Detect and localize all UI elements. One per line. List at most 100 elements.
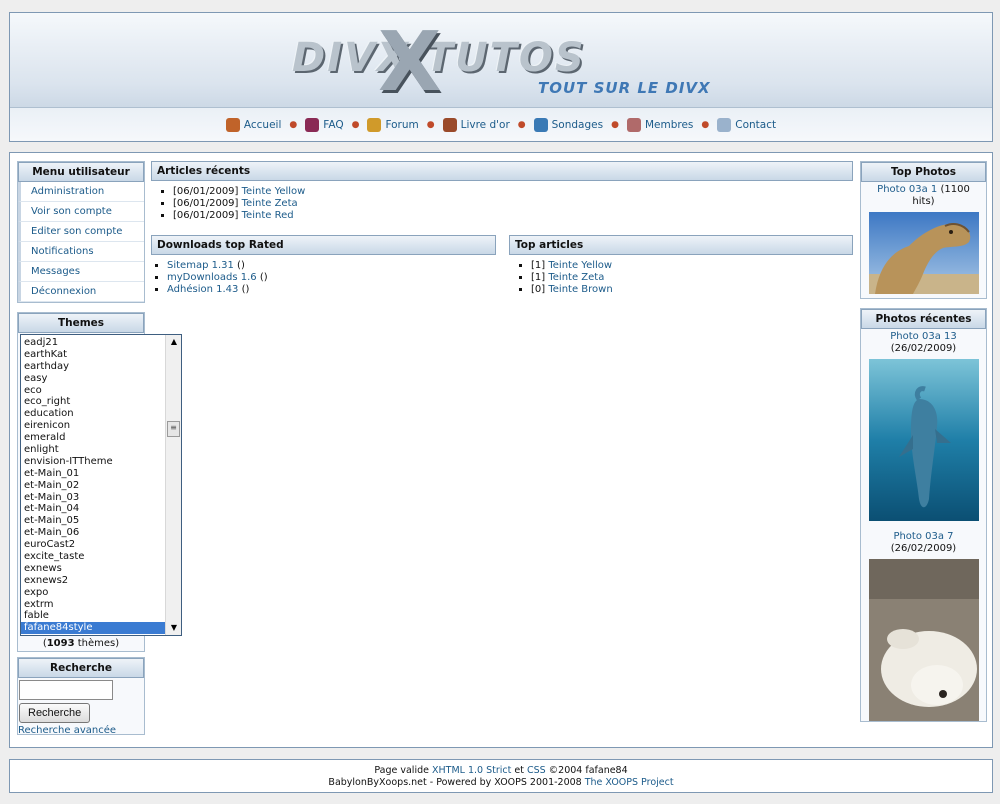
theme-option[interactable]: eadj21 — [21, 337, 181, 349]
top-photo-link[interactable]: Photo 03a 1 — [877, 184, 937, 195]
article-count: [0] — [531, 284, 546, 295]
nav-item-sondages[interactable]: Sondages — [533, 117, 604, 132]
article-link[interactable]: Teinte Yellow — [548, 260, 612, 271]
list-item: myDownloads 1.6 () — [167, 272, 496, 284]
theme-option[interactable]: eco_right — [21, 396, 181, 408]
nav-label: FAQ — [323, 118, 344, 131]
recent-photo-caption: Photo 03a 13 (26/02/2009) — [890, 331, 957, 354]
top-photo-caption: Photo 03a 1 (1100 hits) — [877, 184, 970, 207]
scroll-thumb[interactable]: ≡ — [167, 421, 180, 437]
nav-label: Accueil — [243, 118, 282, 131]
dolphin-photo[interactable] — [868, 359, 979, 521]
theme-option[interactable]: et-Main_02 — [21, 480, 181, 492]
polar-bear-photo[interactable] — [868, 559, 979, 721]
theme-list-scrollbar[interactable]: ▲ ≡ ▼ — [165, 335, 181, 635]
theme-option[interactable]: education — [21, 408, 181, 420]
guestbook-icon — [442, 117, 457, 132]
user-menu-item[interactable]: Déconnexion — [18, 282, 144, 302]
nav-separator: ● — [289, 119, 298, 130]
download-link[interactable]: myDownloads 1.6 — [167, 272, 257, 283]
theme-option[interactable]: exnews2 — [21, 575, 181, 587]
user-menu-item[interactable]: Editer son compte — [18, 222, 144, 242]
theme-option[interactable]: excite_taste — [21, 551, 181, 563]
nav-separator: ● — [517, 119, 526, 130]
theme-option[interactable]: et-Main_01 — [21, 468, 181, 480]
top-articles-block: Top articles [1] Teinte Yellow[1] Teinte… — [509, 235, 853, 296]
top-articles-title: Top articles — [509, 235, 853, 255]
article-link[interactable]: Teinte Zeta — [548, 272, 604, 283]
nav-item-accueil[interactable]: Accueil — [225, 117, 282, 132]
nav-item-faq[interactable]: FAQ — [305, 117, 344, 132]
camel-photo[interactable] — [868, 212, 979, 294]
theme-option[interactable]: euroCast2 — [21, 539, 181, 551]
recent-articles-title: Articles récents — [151, 161, 853, 181]
theme-option[interactable]: eco — [21, 385, 181, 397]
theme-option[interactable]: eirenicon — [21, 420, 181, 432]
article-date: [06/01/2009] — [173, 210, 239, 221]
article-count: [1] — [531, 272, 546, 283]
top-photos-title: Top Photos — [861, 162, 986, 182]
user-menu-item[interactable]: Messages — [18, 262, 144, 282]
theme-option[interactable]: easy — [21, 373, 181, 385]
list-item: [06/01/2009] Teinte Yellow — [173, 186, 853, 198]
theme-option[interactable]: expo — [21, 587, 181, 599]
theme-option[interactable]: earthKat — [21, 349, 181, 361]
theme-option[interactable]: earthday — [21, 361, 181, 373]
theme-select-list[interactable]: eadj21 earthKat earthday easy eco eco_right ed… — [20, 334, 182, 636]
article-link[interactable]: Teinte Red — [242, 210, 294, 221]
list-item: Sitemap 1.31 () — [167, 260, 496, 272]
xoops-project-link[interactable]: The XOOPS Project — [585, 777, 674, 788]
theme-option[interactable]: emerald — [21, 432, 181, 444]
theme-option[interactable]: exnews — [21, 563, 181, 575]
user-menu-item[interactable]: Notifications — [18, 242, 144, 262]
recent-photo-link[interactable]: Photo 03a 13 — [890, 331, 956, 342]
nav-separator: ● — [351, 119, 360, 130]
nav-item-membres[interactable]: Membres — [626, 117, 694, 132]
theme-option[interactable]: et-Main_05 — [21, 515, 181, 527]
theme-option[interactable]: enlight — [21, 444, 181, 456]
theme-option[interactable]: envision-ITTheme — [21, 456, 181, 468]
nav-item-contact[interactable]: Contact — [717, 117, 776, 132]
footer-line-1: Page valide XHTML 1.0 Strict et CSS ©200… — [374, 765, 628, 776]
recent-photo-link[interactable]: Photo 03a 7 — [893, 531, 953, 542]
article-date: [06/01/2009] — [173, 198, 239, 209]
scroll-down-arrow-icon[interactable]: ▼ — [166, 621, 181, 635]
theme-option[interactable]: et-Main_04 — [21, 503, 181, 515]
poll-icon — [533, 117, 548, 132]
site-footer: Page valide XHTML 1.0 Strict et CSS ©200… — [9, 759, 993, 793]
xhtml-validation-link[interactable]: XHTML 1.0 Strict — [432, 765, 511, 776]
download-rating: () — [233, 260, 245, 271]
themes-title: Themes — [18, 313, 144, 333]
nav-item-livre-d-or[interactable]: Livre d'or — [442, 117, 510, 132]
download-link[interactable]: Sitemap 1.31 — [167, 260, 234, 271]
user-menu-item[interactable]: Administration — [18, 182, 144, 202]
nav-item-forum[interactable]: Forum — [367, 117, 419, 132]
article-link[interactable]: Teinte Brown — [548, 284, 612, 295]
download-rating: () — [256, 272, 268, 283]
scroll-up-arrow-icon[interactable]: ▲ — [166, 335, 181, 349]
nav-label: Sondages — [551, 118, 604, 131]
search-title: Recherche — [18, 658, 144, 678]
site-logo[interactable]: DIVX TUTOS X TOUT SUR LE DIVX — [282, 15, 732, 111]
theme-option[interactable]: et-Main_06 — [21, 527, 181, 539]
downloads-title: Downloads top Rated — [151, 235, 496, 255]
nav-separator: ● — [611, 119, 619, 130]
book-icon — [305, 117, 320, 132]
css-validation-link[interactable]: CSS — [527, 765, 546, 776]
download-link[interactable]: Adhésion 1.43 — [167, 284, 238, 295]
list-item: [0] Teinte Brown — [531, 284, 853, 296]
search-button[interactable]: Recherche — [19, 703, 91, 723]
nav-label: Forum — [385, 118, 419, 131]
nav-label: Membres — [644, 118, 694, 131]
article-link[interactable]: Teinte Yellow — [242, 186, 306, 197]
theme-option[interactable]: fafane84style — [21, 622, 181, 635]
advanced-search-link[interactable]: Recherche avancée — [18, 725, 116, 736]
main-navigation: Accueil ● FAQ ● Forum ● Livre d'or ● Sondages ● Me… — [10, 107, 992, 141]
article-date: [06/01/2009] — [173, 186, 239, 197]
search-input[interactable] — [19, 680, 113, 700]
user-menu-item[interactable]: Voir son compte — [18, 202, 144, 222]
theme-option[interactable]: extrm — [21, 599, 181, 611]
theme-option[interactable]: fable — [21, 610, 181, 622]
article-link[interactable]: Teinte Zeta — [242, 198, 298, 209]
theme-option[interactable]: et-Main_03 — [21, 492, 181, 504]
